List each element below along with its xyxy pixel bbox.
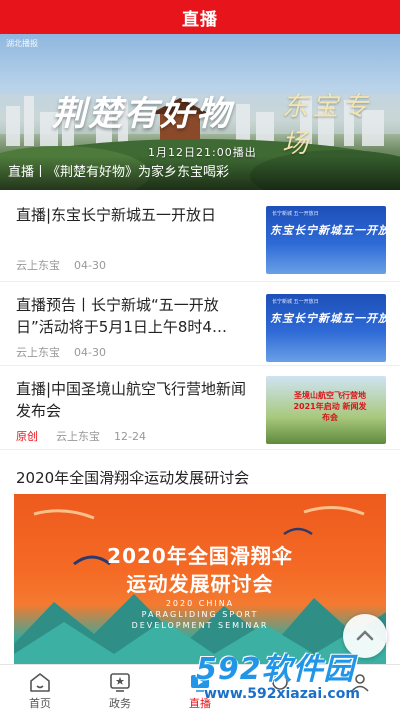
feature-image-title-2: 运动发展研讨会 (126, 572, 274, 596)
news-source: 云上东宝 (56, 430, 100, 443)
news-source: 云上东宝 (16, 346, 60, 359)
news-item[interactable]: 直播预告丨长宁新城“五一开放日”活动将于5月1日上午8时4… 云上东宝 04-30… (0, 282, 400, 366)
tab-5[interactable] (320, 665, 400, 711)
news-title: 直播|中国圣境山航空飞行营地新闻发布会 (16, 380, 247, 420)
tab-icon (351, 674, 369, 692)
app-header: 直播 (0, 0, 400, 34)
tab-4[interactable] (240, 665, 320, 711)
news-date: 04-30 (74, 259, 106, 272)
news-meta: 云上东宝 04-30 (16, 344, 106, 360)
tab-live[interactable]: 直播 (160, 665, 240, 711)
news-date: 12-24 (114, 430, 146, 443)
government-icon (110, 673, 130, 692)
news-item[interactable]: 直播|东宝长宁新城五一开放日 云上东宝 04-30 长宁新城 五一开放日 东宝长宁… (0, 190, 400, 282)
news-title: 直播|东宝长宁新城五一开放日 (16, 206, 217, 224)
news-date: 04-30 (74, 346, 106, 359)
feature-image-en-1: 2020 CHINA (165, 599, 235, 608)
banner-calligraphy-side: 东宝专场 (282, 92, 373, 159)
news-item[interactable]: 直播|中国圣境山航空飞行营地新闻发布会 原创 云上东宝 12-24 圣境山航空飞行营… (0, 366, 400, 450)
live-banner[interactable]: 湖北播报 荆楚有好物 东宝专场 1月12日21:00播出 直播丨《荆楚有好物》为… (0, 34, 400, 190)
news-meta: 云上东宝 04-30 (16, 257, 106, 273)
feature-image-en-3: DEVELOPMENT SEMINAR (131, 621, 269, 630)
home-icon (30, 673, 50, 692)
channel-logo: 湖北播报 (6, 39, 38, 48)
news-thumbnail: 圣境山航空飞行营地 2021年启动 新闻发布会 (266, 376, 386, 444)
tab-label: 政务 (109, 697, 131, 710)
tab-home[interactable]: 首页 (0, 665, 80, 711)
banner-caption: 直播丨《荆楚有好物》为家乡东宝喝彩 (8, 165, 230, 180)
tab-icon (272, 674, 288, 690)
banner-calligraphy: 荆楚有好物 (52, 94, 232, 134)
chevron-up-icon (356, 630, 374, 641)
news-thumbnail: 长宁新城 五一开放日 东宝长宁新城五一开放日 (266, 206, 386, 274)
news-thumbnail: 长宁新城 五一开放日 东宝长宁新城五一开放日 (266, 294, 386, 362)
feature-title[interactable]: 2020年全国滑翔伞运动发展研讨会 (16, 467, 249, 488)
news-source: 云上东宝 (16, 259, 60, 272)
bottom-tab-bar: 首页 政务 直播 (0, 664, 400, 711)
tab-label: 直播 (189, 697, 211, 710)
live-tv-icon (191, 675, 209, 692)
page-title: 直播 (182, 9, 218, 30)
scroll-top-button[interactable] (343, 614, 387, 658)
feature-image-title-1: 2020年全国滑翔伞 (107, 544, 293, 568)
original-badge: 原创 (16, 430, 38, 443)
news-meta: 原创 云上东宝 12-24 (16, 428, 146, 444)
feature-image[interactable]: 2020年全国滑翔伞 运动发展研讨会 2020 CHINA PARAGLIDIN… (14, 494, 386, 664)
tab-label: 首页 (29, 697, 51, 710)
news-title: 直播预告丨长宁新城“五一开放日”活动将于5月1日上午8时4… (16, 296, 227, 336)
feature-image-en-2: PARAGLIDING SPORT (141, 610, 259, 619)
tab-government[interactable]: 政务 (80, 665, 160, 711)
